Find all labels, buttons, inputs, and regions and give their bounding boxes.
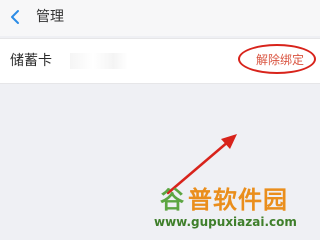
watermark-logo-mark: 谷 — [160, 186, 185, 214]
watermark-site-name: 普软件园 — [188, 186, 288, 214]
site-watermark: 谷 普软件园 www.gupuxiazai.com — [146, 183, 320, 240]
watermark-url: www.gupuxiazai.com — [154, 215, 297, 229]
